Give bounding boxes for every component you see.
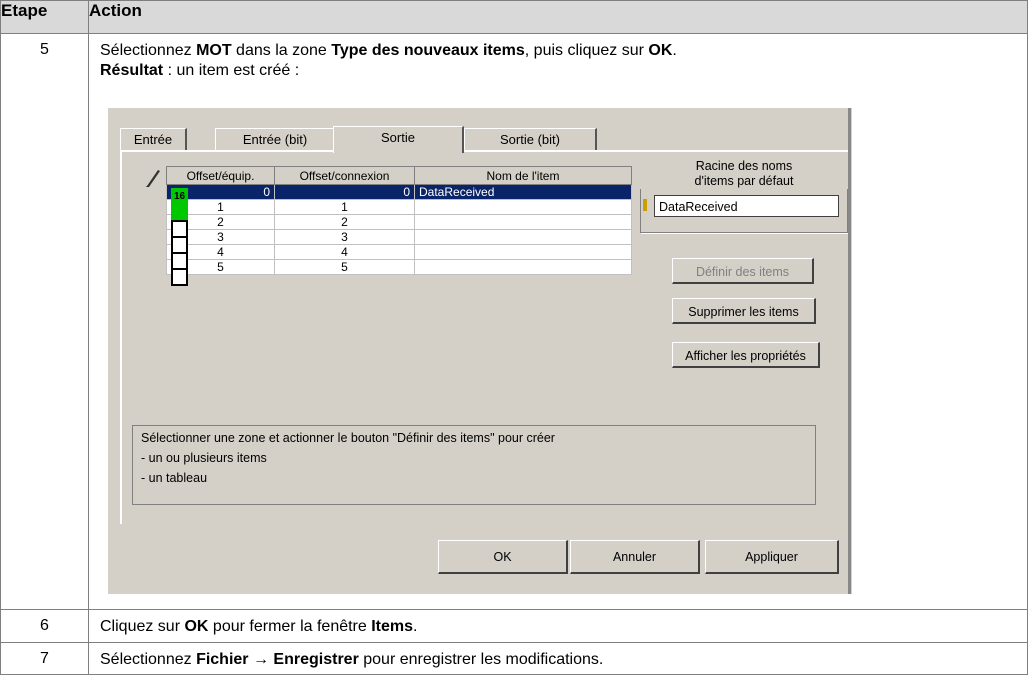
row-marker [171,268,188,286]
cell-offset-conn: 0 [274,184,415,200]
step-number-6: 6 [0,609,89,643]
cell-item-name [414,229,632,245]
col-offset-conn[interactable]: Offset/connexion [274,166,415,185]
root-name-group-title: Racine des noms d'items par défaut [638,159,850,189]
tab-entree-bit[interactable]: Entrée (bit) [215,128,336,151]
col-offset-equip[interactable]: Offset/équip. [166,166,275,185]
grid-row-0[interactable]: 0 0 DataReceived [166,184,632,200]
ok-button[interactable]: OK [438,540,568,574]
cell-offset-conn: 1 [274,199,415,215]
grid-row-1[interactable]: 1 1 [166,199,632,215]
header-action: Action [88,0,1028,34]
show-properties-button[interactable]: Afficher les propriétés [672,342,820,368]
cell-offset-conn: 5 [274,259,415,275]
step-7-text: Sélectionnez Fichier → Enregistrer pour … [88,642,1028,675]
tab-entree[interactable]: Entrée [120,128,187,151]
help-message: Sélectionner une zone et actionner le bo… [132,425,816,505]
pencil-icon [146,170,160,187]
cell-item-name [414,244,632,260]
warning-icon [643,199,647,211]
grid-row-3[interactable]: 3 3 [166,229,632,245]
apply-button[interactable]: Appliquer [705,540,839,574]
tab-sortie-bit[interactable]: Sortie (bit) [464,128,597,151]
cell-offset-conn: 2 [274,214,415,230]
dialog-edge [848,108,851,594]
step-number-7: 7 [0,642,89,675]
delete-items-button[interactable]: Supprimer les items [672,298,816,324]
cancel-button[interactable]: Annuler [570,540,700,574]
items-dialog: Entrée Entrée (bit) Sortie Sortie (bit) … [108,108,852,594]
grid-row-5[interactable]: 5 5 [166,259,632,275]
tab-sortie[interactable]: Sortie [333,126,464,153]
root-name-input[interactable]: DataReceived [654,195,839,217]
define-items-button[interactable]: Définir des items [672,258,814,284]
cell-item-name [414,199,632,215]
cell-item-name [414,214,632,230]
step-6-text: Cliquez sur OK pour fermer la fenêtre It… [88,609,1028,643]
grid-row-4[interactable]: 4 4 [166,244,632,260]
grid-row-2[interactable]: 2 2 [166,214,632,230]
cell-item-name [414,259,632,275]
items-grid[interactable]: Offset/équip. Offset/connexion Nom de l'… [166,166,632,275]
cell-offset-conn: 3 [274,229,415,245]
cell-offset-conn: 4 [274,244,415,260]
col-item-name[interactable]: Nom de l'item [414,166,632,185]
cell-item-name: DataReceived [414,184,632,200]
step-number-5: 5 [0,33,89,610]
header-step: Etape [0,0,89,34]
